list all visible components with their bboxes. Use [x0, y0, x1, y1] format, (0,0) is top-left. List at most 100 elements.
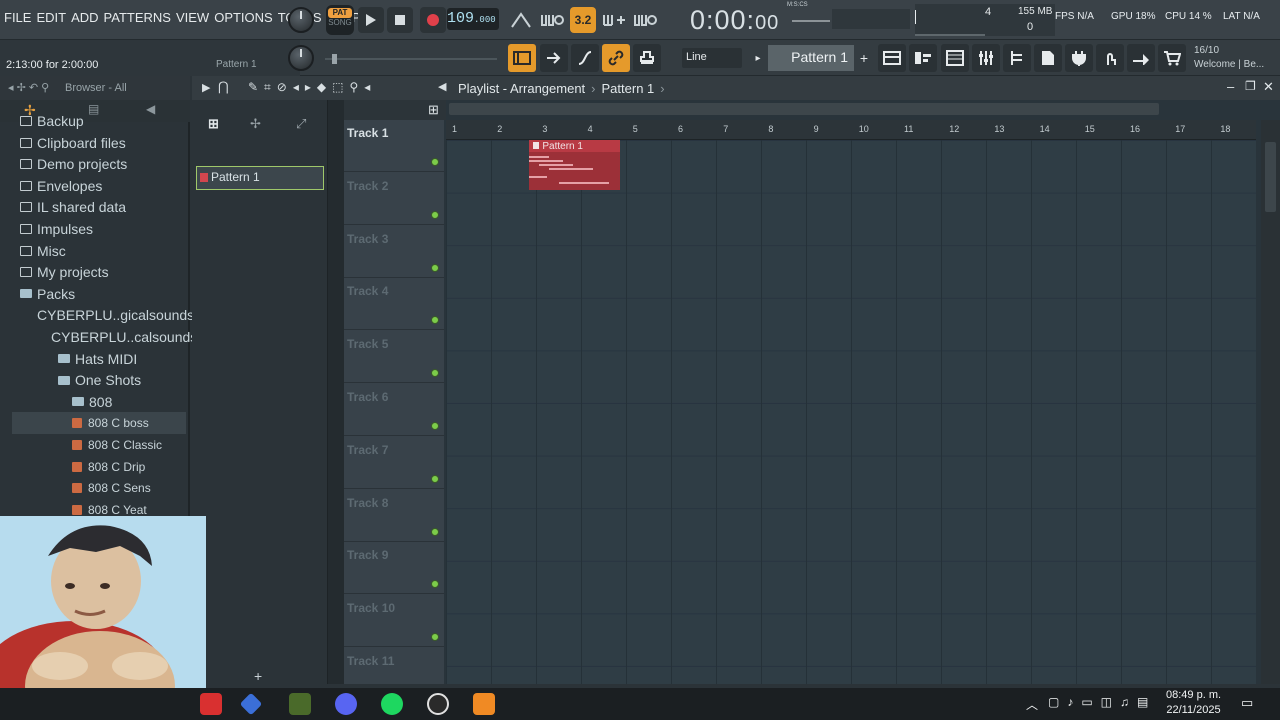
tray-chevron-icon[interactable]: ︿ [1026, 696, 1038, 713]
browser-item[interactable]: My projects [20, 261, 190, 283]
browser-item[interactable]: IL shared data [20, 196, 190, 218]
browser-item[interactable]: Impulses [20, 218, 190, 240]
view-browser-button[interactable] [1003, 44, 1031, 72]
track-header[interactable]: Track 2 [344, 173, 444, 225]
blend-notes-button[interactable] [601, 7, 627, 33]
stamp-button[interactable] [633, 44, 661, 72]
track-mute-led[interactable] [431, 527, 439, 536]
loop-record-button[interactable] [632, 7, 658, 33]
track-mute-led[interactable] [431, 369, 439, 378]
browser-item[interactable]: 808 C Sens [72, 477, 190, 499]
track-header[interactable]: Track 10 [344, 595, 444, 648]
touch-controller-button[interactable] [1096, 44, 1124, 72]
browser-item[interactable]: CYBERPLU..gicalsounds [32, 304, 194, 326]
browser-item[interactable]: 808 C boss [12, 412, 186, 435]
track-mute-led[interactable] [431, 633, 439, 642]
track-header[interactable]: Track 5 [344, 331, 444, 384]
track-mute-led[interactable] [431, 263, 439, 272]
app-icon-red[interactable] [200, 693, 222, 715]
pattern-picker-icon[interactable]: ⊞ [208, 116, 219, 132]
app-icon-obs[interactable] [427, 693, 449, 715]
vertical-scroll-thumb[interactable] [1265, 142, 1276, 212]
track-mute-led[interactable] [431, 210, 439, 219]
browser-item[interactable]: 808 C Classic [72, 434, 190, 456]
playlist-menu-arrow-icon[interactable]: ▶ [202, 81, 210, 94]
browser-item[interactable]: CYBERPLU..calsounds [46, 326, 197, 348]
view-plugin-picker-button[interactable] [1065, 44, 1093, 72]
snap-dropdown[interactable]: Line [682, 48, 742, 68]
track-header[interactable]: Track 3 [344, 226, 444, 278]
master-pitch-knob[interactable] [288, 45, 314, 71]
tray-icons[interactable]: ▢♪▭◫♫▤ [1048, 695, 1156, 709]
fl-studio-taskbar-icon[interactable] [473, 693, 495, 715]
automation-icon[interactable]: ⤢ [296, 116, 306, 132]
add-pattern-button[interactable]: + [856, 44, 872, 72]
pattern-clip[interactable]: Pattern 1 [529, 140, 620, 190]
playlist-view-button[interactable] [508, 44, 536, 72]
metronome-button[interactable] [508, 7, 534, 33]
add-pattern-icon[interactable]: + [254, 668, 262, 684]
track-header[interactable]: Track 4 [344, 278, 444, 331]
view-mixer-button[interactable] [972, 44, 1000, 72]
browser-item[interactable]: Backup [20, 110, 190, 132]
track-mute-led[interactable] [431, 422, 439, 430]
shop-button[interactable] [1158, 44, 1186, 72]
menu-edit[interactable]: EDIT [36, 10, 66, 25]
track-mute-led[interactable] [431, 474, 439, 483]
track-header[interactable]: Track 1 [344, 120, 444, 172]
playlist-pattern-crumb[interactable]: Pattern 1 [602, 81, 655, 96]
wait-for-input-button[interactable] [539, 7, 565, 33]
browser-item[interactable]: One Shots [58, 369, 190, 391]
song-position-display[interactable]: 0:00:00 M:S:CS [690, 2, 808, 36]
menu-patterns[interactable]: PATTERNS [104, 10, 171, 25]
tempo-display[interactable]: 109.000 [447, 8, 499, 30]
browser-item[interactable]: Clipboard files [20, 132, 190, 154]
view-playlist-button[interactable] [878, 44, 906, 72]
taskbar-clock[interactable]: 08:49 p. m. 22/11/2025 [1166, 688, 1221, 718]
menu-view[interactable]: VIEW [176, 10, 209, 25]
menu-options[interactable]: OPTIONS [214, 10, 273, 25]
minimize-icon[interactable]: – [1227, 79, 1234, 94]
prev-pattern-button[interactable]: ▸ [750, 44, 766, 72]
timeline-ruler[interactable]: 1 2 3 4 5 6 7 8 9 10 11 12 13 14 15 16 17 18 [446, 120, 1256, 140]
vertical-scrollbar[interactable] [1261, 120, 1280, 684]
browser-item[interactable]: Misc [20, 240, 190, 262]
panel-divider[interactable] [328, 100, 344, 684]
mixer-insert-button[interactable] [571, 44, 599, 72]
track-grid-icon[interactable]: ⊞ [428, 102, 439, 118]
track-mute-led[interactable] [431, 158, 439, 166]
link-button[interactable] [602, 44, 630, 72]
track-header[interactable]: Track 6 [344, 384, 444, 436]
spotify-icon[interactable] [381, 693, 403, 715]
arrangement-grid[interactable] [446, 140, 1256, 684]
track-header[interactable]: Track 8 [344, 490, 444, 542]
app-icon-game[interactable] [289, 693, 311, 715]
browser-nav-icons[interactable]: ◂ ✢ ↶ ⚲ [8, 81, 49, 94]
news-panel[interactable]: 16/10 Welcome | Be... [1194, 44, 1280, 72]
playlist-back-icon[interactable]: ◀ [438, 80, 446, 93]
pattern-to-playlist-button[interactable] [540, 44, 568, 72]
notification-icon[interactable]: ▭ [1241, 695, 1253, 711]
maximize-icon[interactable]: ❐ [1245, 79, 1256, 93]
browser-item[interactable]: Demo projects [20, 153, 190, 175]
view-channel-rack-button[interactable] [941, 44, 969, 72]
menu-add[interactable]: ADD [71, 10, 98, 25]
horizontal-scrollbar[interactable] [449, 103, 1159, 115]
track-header[interactable]: Track 7 [344, 437, 444, 489]
pattern-selector[interactable]: Pattern 1 [768, 45, 854, 71]
master-pitch-slider[interactable] [325, 54, 497, 64]
browser-item[interactable]: 808 C Drip [72, 456, 190, 478]
pattern-list-item[interactable]: Pattern 1 [196, 166, 324, 190]
browser-item[interactable]: Envelopes [20, 175, 190, 197]
menu-file[interactable]: FILE [4, 10, 31, 25]
master-volume-knob[interactable] [288, 7, 314, 33]
view-project-button[interactable] [1034, 44, 1062, 72]
discord-icon[interactable] [335, 693, 357, 715]
audio-clip-icon[interactable]: ✢ [250, 116, 261, 132]
track-mute-led[interactable] [431, 316, 439, 325]
record-button[interactable] [420, 7, 446, 33]
app-icon-blue[interactable] [239, 692, 263, 716]
view-piano-roll-button[interactable] [909, 44, 937, 72]
countdown-button[interactable]: 3.2 [570, 7, 596, 33]
browser-item[interactable]: Hats MIDI [58, 348, 190, 370]
